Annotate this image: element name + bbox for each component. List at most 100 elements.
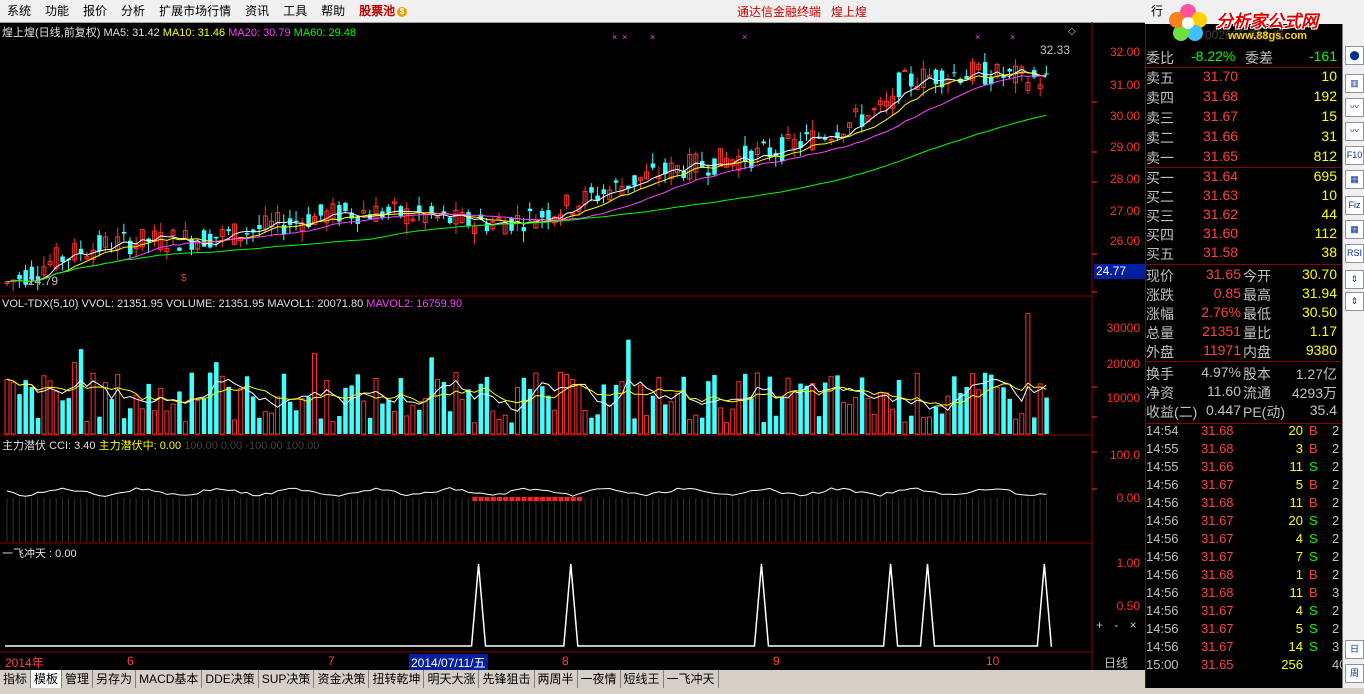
volume-bar (417, 409, 422, 434)
cn-icon[interactable]: ⬤ (1345, 46, 1364, 65)
menu-function[interactable]: 功能 (38, 0, 76, 22)
menu-system[interactable]: 系统 (0, 0, 38, 22)
volume-bar (909, 415, 914, 434)
tick-list[interactable]: 14:54 31.68 20 B 2 14:55 31.68 3 B 2 14:… (1145, 423, 1346, 675)
quote-tab-stub[interactable]: 行 (1145, 4, 1163, 18)
indicator-tab[interactable]: 先锋狙击 (479, 670, 535, 688)
buy-level-row[interactable]: 买一 31.64 695 (1145, 168, 1341, 187)
sell-level-row[interactable]: 卖五 31.70 10 (1145, 68, 1341, 87)
menu-stock-pool[interactable]: 股票池 $ (352, 0, 414, 22)
volume-bar (632, 418, 637, 434)
menu-quote[interactable]: 报价 (76, 0, 114, 22)
volume-bar (152, 410, 158, 435)
arrow-icon[interactable]: ⇕ (1345, 292, 1364, 311)
line-icon[interactable]: 〰 (1345, 98, 1364, 117)
day-icon[interactable]: 日 (1345, 640, 1364, 659)
logo-text: 分析家公式网 (1216, 12, 1318, 31)
grid-icon[interactable]: ▦ (1345, 170, 1364, 189)
tick-volume: 11 (1289, 459, 1304, 474)
sell-level-row[interactable]: 卖四 31.68 192 (1145, 88, 1341, 107)
candle-body (343, 202, 348, 212)
candle-body (121, 232, 127, 234)
chart-area[interactable]: × × × × × × $ ◇ (0, 22, 1145, 670)
cci-red-bar (576, 497, 582, 501)
indicator-tab[interactable]: 一飞冲天 (664, 670, 719, 688)
volume-bar (232, 419, 238, 435)
tick-price: 31.67 (1201, 639, 1234, 654)
buy-level-row[interactable]: 买四 31.60 112 (1145, 225, 1341, 244)
volume-bar (927, 416, 932, 435)
tick-volume: 11 (1289, 585, 1304, 600)
tick-price: 31.68 (1201, 423, 1234, 438)
indicator-tab[interactable]: 两周半 (535, 670, 578, 688)
rsi-icon[interactable]: RSI (1345, 244, 1364, 263)
indicator-tab[interactable]: 明天大涨 (424, 670, 480, 688)
fiz-icon[interactable]: Fiz (1345, 196, 1364, 215)
volume-bar (312, 353, 317, 435)
buy-level-row[interactable]: 买五 31.58 38 (1145, 244, 1341, 263)
cci-ghost-values: 100.00 0.00 -100.00 100.00 (184, 440, 320, 452)
f10-icon[interactable]: F10 (1345, 146, 1364, 165)
date-axis-label: 7 (328, 654, 335, 668)
tick-price: 31.67 (1201, 513, 1234, 528)
date-axis-label: 10 (986, 654, 1000, 668)
cci-sub-value: 主力潜伏中: 0.00 (98, 440, 182, 452)
level-label: 买二 (1146, 189, 1174, 205)
indicator-tab[interactable]: 管理 (62, 670, 94, 688)
volume-bar (749, 398, 754, 434)
period-label[interactable]: 日线 (1104, 654, 1128, 671)
indicator-tab[interactable]: 指标 (0, 670, 32, 688)
volume-bar (182, 421, 188, 435)
menu-info[interactable]: 资讯 (238, 0, 276, 22)
indicator-tab[interactable]: 短线王 (621, 670, 664, 688)
volume-bar (994, 386, 1000, 435)
mavol1-value: MAVOL1: 20071.80 (267, 298, 364, 310)
volume-bar (299, 398, 305, 435)
buy-level-row[interactable]: 买三 31.62 44 (1145, 206, 1341, 225)
tick-count: 2 (1332, 621, 1340, 636)
grid-icon[interactable]: ▦ (1345, 220, 1364, 239)
volume-bar (945, 395, 951, 435)
indicator-tab[interactable]: SUP决策 (259, 670, 315, 688)
arrow-icon[interactable]: ⇕ (1345, 270, 1364, 289)
level-price: 31.67 (1203, 108, 1239, 124)
volume-bar (219, 375, 225, 435)
week-icon[interactable]: 周 (1345, 664, 1364, 683)
buy-level-row[interactable]: 买二 31.63 10 (1145, 187, 1341, 206)
indicator-tab[interactable]: 扭转乾坤 (369, 670, 425, 688)
menu-extended-market[interactable]: 扩展市场行情 (152, 0, 238, 22)
candle-body (804, 132, 809, 135)
stat-value: 21351 (1202, 323, 1241, 339)
indicator-tab[interactable]: 另存为 (93, 670, 137, 688)
volume-bar (706, 381, 711, 434)
stat-row: 涨幅 2.76% 最低 30.50 (1145, 304, 1341, 323)
menu-analysis[interactable]: 分析 (114, 0, 152, 22)
sell-level-row[interactable]: 卖一 31.65 812 (1145, 148, 1341, 167)
zoom-controls[interactable]: + - × (1096, 618, 1141, 632)
volume-bar (743, 373, 748, 434)
tick-time: 14:56 (1146, 567, 1179, 582)
menu-help[interactable]: 帮助 (314, 0, 352, 22)
chart-icon[interactable]: ▥ (1345, 74, 1364, 93)
indicator-tab[interactable]: MACD基本 (136, 670, 203, 688)
tick-row: 14:56 31.67 20 S 2 (1145, 513, 1341, 531)
volume-bar (570, 379, 576, 435)
volume-bar (201, 398, 207, 434)
indicator-tab[interactable]: 一夜情 (578, 670, 621, 688)
candle-body (244, 233, 250, 235)
ma60-value: MA60: 29.48 (293, 27, 357, 39)
tick-time: 14:55 (1146, 459, 1179, 474)
indicator-tab[interactable]: 资金决策 (314, 670, 370, 688)
menu-tools[interactable]: 工具 (276, 0, 314, 22)
line-icon[interactable]: 〰 (1345, 122, 1364, 141)
sell-level-row[interactable]: 卖三 31.67 15 (1145, 108, 1341, 127)
fund-value: 35.4 (1309, 402, 1337, 418)
tick-volume: 256 (1281, 657, 1303, 672)
tick-count: 2 (1332, 531, 1340, 546)
volume-bar (847, 403, 853, 435)
indicator-tab[interactable]: DDE决策 (202, 670, 259, 688)
sell-level-row[interactable]: 卖二 31.66 31 (1145, 128, 1341, 147)
indicator-tab[interactable]: 模板 (31, 670, 63, 688)
tick-direction: S (1309, 531, 1318, 546)
volume-bar (564, 373, 570, 435)
